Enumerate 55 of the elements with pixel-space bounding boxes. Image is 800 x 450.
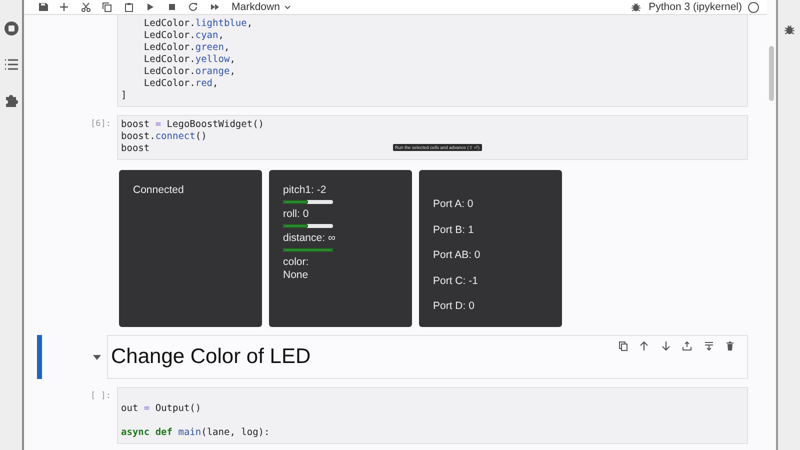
execution-prompt: [6]: <box>90 118 112 131</box>
insert-below-icon[interactable] <box>704 341 714 351</box>
trash-icon[interactable] <box>725 341 736 351</box>
widget-label: pitch1: -2 <box>283 184 328 197</box>
scissors-icon[interactable] <box>80 2 91 12</box>
widget-label: Port AB: 0 <box>433 249 482 262</box>
cell-type-dropdown[interactable]: Markdown <box>230 1 293 13</box>
clipboard-icon[interactable] <box>124 2 134 12</box>
code-editor[interactable]: LedColor.lightblue, LedColor.cyan, LedColor.green, LedColor.yellow, LedColor.orange, LedColor.red, ] <box>117 15 748 107</box>
bug-icon[interactable] <box>630 2 641 12</box>
kernel-name[interactable]: Python 3 (ipykernel) <box>648 1 742 13</box>
execution-prompt: [ ]: <box>90 390 112 403</box>
stop-circle-icon[interactable] <box>4 21 18 36</box>
copy-icon[interactable] <box>102 2 112 12</box>
scrollbar-thumb[interactable] <box>769 46 774 101</box>
fast-forward-icon[interactable] <box>210 2 220 12</box>
down-arrow-icon[interactable] <box>660 341 671 351</box>
code-line: async def main(lane, log): <box>121 427 270 439</box>
up-arrow-icon[interactable] <box>639 341 650 351</box>
code-line: LedColor.yellow, <box>142 54 236 66</box>
code-line: LedColor.green, <box>142 42 230 54</box>
puzzle-icon[interactable] <box>4 93 18 108</box>
widget-label: None <box>283 269 310 282</box>
list-icon[interactable] <box>4 57 18 72</box>
play-icon[interactable] <box>145 2 156 12</box>
heading-text: Change Color of LED <box>111 345 311 369</box>
widget-label: Port D: 0 <box>433 300 476 314</box>
widget-label: distance: ∞ <box>283 232 336 245</box>
code-line: LedColor.lightblue, <box>142 18 253 30</box>
save-icon[interactable] <box>38 2 48 12</box>
copy-icon[interactable] <box>618 341 628 351</box>
code-line: LedColor.cyan, <box>142 30 224 42</box>
code-editor[interactable]: out = Output() async def main(lane, log): <box>117 387 748 444</box>
code-line: boost = LegoBoostWidget() <box>121 119 264 131</box>
widget-label: Port A: 0 <box>433 198 474 211</box>
markdown-cell[interactable]: Change Color of LED <box>107 335 748 379</box>
kernel-status-icon <box>748 2 759 12</box>
code-line: boost.connect() <box>121 131 207 143</box>
insert-above-icon[interactable] <box>682 341 692 351</box>
widget-label: color: <box>283 256 310 269</box>
widget-label: Port B: 1 <box>433 224 475 237</box>
refresh-icon[interactable] <box>188 2 198 12</box>
chevron-down-icon <box>284 4 291 10</box>
widget-label: Port C: -1 <box>433 274 479 288</box>
widget-label: Connected <box>133 184 185 197</box>
code-line: LedColor.red, <box>142 78 218 90</box>
plus-icon[interactable] <box>59 2 70 12</box>
code-line: LedColor.orange, <box>142 66 236 78</box>
widget-label: roll: 0 <box>283 208 310 221</box>
code-line: ] <box>121 90 127 102</box>
caret-icon[interactable] <box>93 354 101 360</box>
stop-icon[interactable] <box>166 2 177 12</box>
code-line: out = Output() <box>121 403 202 415</box>
code-line: boost <box>121 143 150 155</box>
bug-icon[interactable] <box>784 24 794 35</box>
